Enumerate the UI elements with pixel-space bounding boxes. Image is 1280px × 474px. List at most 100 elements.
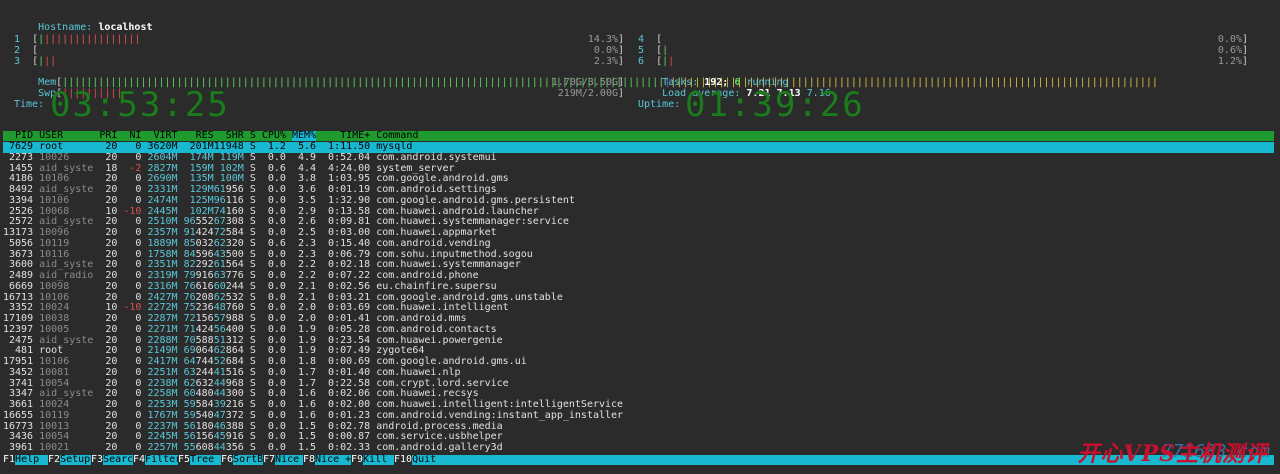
cell-time: 0:01.40 xyxy=(328,366,371,378)
cpu-meter-4: 4 [0.0%] xyxy=(638,34,1248,45)
cpu-id: 6 xyxy=(638,56,657,67)
cell-pid: 6669 xyxy=(9,280,34,292)
fkey-label: Filter xyxy=(145,454,182,465)
fkey-filter[interactable]: F4Filter xyxy=(133,454,182,465)
cell-cpu: 0.0 xyxy=(267,280,286,292)
hostname-value: localhost xyxy=(98,22,153,33)
fkey-key: F2 xyxy=(48,454,61,465)
column-header-pri[interactable]: PRI xyxy=(99,131,117,141)
cell-user: 10119 xyxy=(39,409,70,421)
cpu-id: 4 xyxy=(638,34,657,45)
fkey-setup[interactable]: F2Setup xyxy=(48,454,91,465)
fkey-label: Setup xyxy=(60,454,91,465)
fkey-sortby[interactable]: F6SortBy xyxy=(221,454,269,465)
cell-cpu: 0.0 xyxy=(267,409,286,421)
cell-command: eu.chainfire.supersu xyxy=(376,280,497,292)
cell-shr: 44356 xyxy=(213,442,244,453)
cpu-meter-5: 5 [| 0.6%] xyxy=(638,45,1248,56)
cell-user: 10119 xyxy=(39,237,70,249)
column-header-pid[interactable]: PID xyxy=(3,131,33,141)
fkey-label: Help xyxy=(15,454,40,465)
cell-command: com.android.contacts xyxy=(376,323,497,335)
cell-mem: 1.7 xyxy=(297,366,317,378)
column-header-cpu[interactable]: CPU% xyxy=(262,131,286,141)
cell-user: 10098 xyxy=(39,280,70,292)
cpu-percent: 0.0% xyxy=(593,45,618,56)
cell-mem: 2.3 xyxy=(297,237,317,249)
cpu-percent: 2.3% xyxy=(593,56,618,67)
cpu-bar: ||| xyxy=(38,56,57,67)
cell-pid: 3452 xyxy=(9,366,34,378)
cell-time: 0:02.56 xyxy=(328,280,371,292)
fkey-nice[interactable]: F8Nice + xyxy=(303,454,351,465)
cell-time: 0:01.23 xyxy=(328,409,371,421)
cell-user: 10081 xyxy=(39,366,70,378)
cell-s: S xyxy=(249,442,256,453)
cpu-meter-3: 3 [||| 2.3%] xyxy=(14,56,624,67)
watermark-cn: 开心VPS主机测评 xyxy=(1077,441,1268,467)
cpu-percent: 0.0% xyxy=(1217,34,1242,45)
cpu-bar: ||||||||||||||||| xyxy=(38,34,141,45)
column-header-virt[interactable]: VIRT xyxy=(147,131,177,141)
cell-command: com.android.vending:instant_app_installe… xyxy=(376,409,624,421)
cell-s: S xyxy=(249,323,256,335)
cell-time: 1:32.90 xyxy=(328,194,371,206)
cpu-percent: 1.2% xyxy=(1217,56,1242,67)
fkey-quit[interactable]: F10Quit xyxy=(394,454,437,465)
cell-command: com.android.gallery3d xyxy=(376,442,503,453)
fkey-label: Quit xyxy=(412,454,437,465)
uptime-clock: 01:39:26 xyxy=(685,85,865,125)
column-header-s[interactable]: S xyxy=(250,131,256,141)
fkey-key: F5 xyxy=(178,454,191,465)
cell-pri: 20 xyxy=(105,366,118,378)
cell-command: com.huawei.powergenie xyxy=(376,334,503,346)
cell-time: 0:15.40 xyxy=(328,237,371,249)
fkey-kill[interactable]: F9Kill xyxy=(351,454,387,465)
cpu-meter-2: 2 [0.0%] xyxy=(14,45,624,56)
cell-command: com.android.systemui xyxy=(376,151,497,163)
cell-pri: 20 xyxy=(105,323,118,335)
cell-s: S xyxy=(249,409,256,421)
cell-time: 0:05.28 xyxy=(328,323,371,335)
cell-cpu: 0.0 xyxy=(267,194,286,206)
column-header-time[interactable]: TIME+ xyxy=(322,131,370,141)
cell-cpu: 0.0 xyxy=(267,323,286,335)
fkey-tree[interactable]: F5Tree xyxy=(178,454,214,465)
uptime-label: Uptime: xyxy=(638,99,681,110)
fkey-help[interactable]: F1Help xyxy=(3,454,40,465)
cell-time: 0:02.33 xyxy=(328,442,371,453)
column-header-mem[interactable]: MEM% xyxy=(291,131,316,141)
cell-s: S xyxy=(249,366,256,378)
cell-ni: 0 xyxy=(135,409,142,421)
cpu-id: 2 xyxy=(14,45,33,56)
time-clock: 03:53:25 xyxy=(50,85,230,125)
cell-user: 10005 xyxy=(39,323,70,335)
cell-ni: 0 xyxy=(135,151,142,163)
tasks-line: Tasks: 192; 6 running xyxy=(638,68,789,88)
process-table-header[interactable]: PID USER PRI NI VIRT RES SHR S CPU% MEM% TIME+ Comm… xyxy=(3,131,1274,141)
cell-mem: 2.1 xyxy=(297,280,317,292)
cell-ni: 0 xyxy=(135,323,142,335)
fkey-key: F8 xyxy=(303,454,316,465)
cell-ni: 0 xyxy=(135,442,142,453)
cell-pid: 5056 xyxy=(9,237,34,249)
cell-mem: 1.6 xyxy=(297,409,317,421)
cell-s: S xyxy=(249,151,256,163)
cell-pri: 20 xyxy=(105,409,118,421)
cell-pri: 20 xyxy=(105,280,118,292)
fkey-key: F7 xyxy=(263,454,276,465)
column-header-shr[interactable]: SHR xyxy=(214,131,244,141)
cpu-meter-6: 6 [|| 1.2%] xyxy=(638,56,1248,67)
cpu-id: 3 xyxy=(14,56,33,67)
cell-cpu: 0.0 xyxy=(267,442,286,453)
column-header-command[interactable]: Command xyxy=(376,131,737,141)
cpu-meter-1: 1 [||||||||||||||||| 14.3%] xyxy=(14,34,624,45)
column-header-ni[interactable]: NI xyxy=(123,131,141,141)
cpu-percent: 0.6% xyxy=(1217,45,1242,56)
cell-pri: 20 xyxy=(105,442,118,453)
column-header-user[interactable]: USER xyxy=(39,131,93,141)
cell-pri: 20 xyxy=(105,151,118,163)
fkey-search[interactable]: F3Search xyxy=(91,454,139,465)
column-header-res[interactable]: RES xyxy=(184,131,214,141)
fkey-key: F1 xyxy=(3,454,16,465)
